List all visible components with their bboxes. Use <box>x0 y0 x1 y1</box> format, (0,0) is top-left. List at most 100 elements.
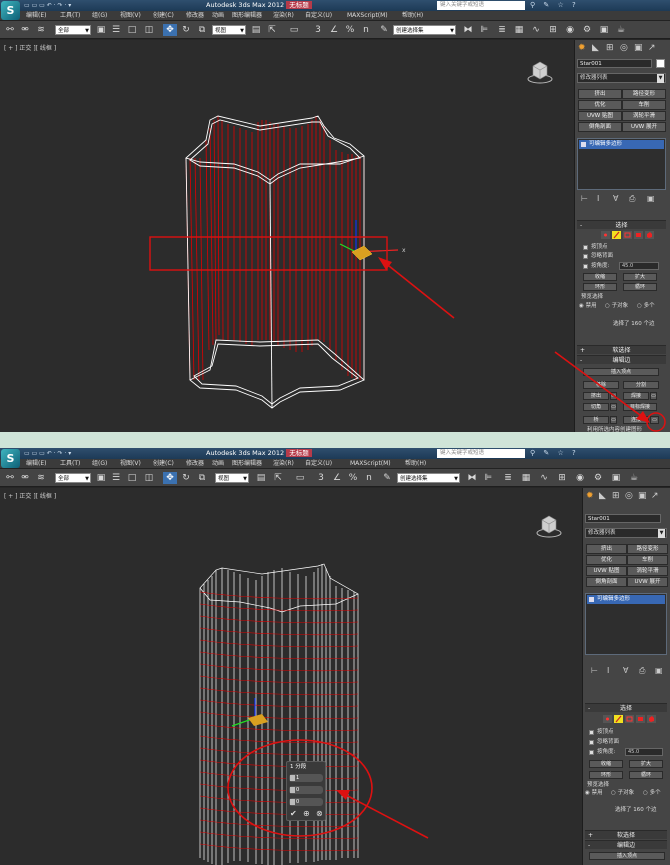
modify-tab-icon[interactable]: ◣ <box>592 42 599 54</box>
graphite-toggle-icon[interactable]: ▦ <box>513 24 525 36</box>
loop-button[interactable]: 循环 <box>623 283 657 291</box>
search-input-2[interactable]: 键入关键字或短语 <box>437 449 525 458</box>
insert-vertex-button[interactable]: 插入顶点 <box>583 368 659 376</box>
caddy-ok-icon[interactable]: ✔ <box>290 810 297 818</box>
select-move-icon-2[interactable]: ✥ <box>163 472 177 484</box>
object-name-field[interactable]: Star001 <box>577 59 652 68</box>
selection-filter-select[interactable]: 全部 <box>55 25 91 36</box>
pin-stack-icon[interactable]: ⊢ <box>581 194 588 204</box>
render-production-icon-2[interactable]: ☕ <box>628 472 640 484</box>
element-mode-icon[interactable] <box>645 231 654 239</box>
by-vertex-checkbox-2[interactable] <box>589 730 594 735</box>
curve-editor-icon-2[interactable]: ∿ <box>538 472 550 484</box>
menu-maxscript[interactable]: MAXScript(M) <box>347 11 388 21</box>
transform-gizmo-icon-2[interactable] <box>231 698 268 727</box>
remove-button[interactable]: 移除 <box>583 381 619 389</box>
path-deform-button-2[interactable]: 路径变形 <box>627 544 668 554</box>
menu-customize-2[interactable]: 自定义(U) <box>305 459 332 469</box>
lathe-button[interactable]: 车削 <box>622 100 666 110</box>
border-mode-icon[interactable] <box>623 231 632 239</box>
menu-tools-2[interactable]: 工具(T) <box>60 459 80 469</box>
menu-modifiers[interactable]: 修改器 <box>186 11 204 21</box>
menu-maxscript-2[interactable]: MAXScript(M) <box>350 459 391 469</box>
title-icons-2[interactable]: ⚲ ✎ ☆ ? <box>530 448 579 459</box>
connect-settings-button[interactable]: ▭ <box>650 416 659 424</box>
rendered-frame-icon[interactable]: ▣ <box>598 24 610 36</box>
bevel-profile-button[interactable]: 倒角剖面 <box>578 122 622 132</box>
vertex-mode-icon[interactable] <box>601 231 610 239</box>
menu-help-2[interactable]: 帮助(H) <box>405 459 426 469</box>
extrude-button[interactable]: 挤出 <box>583 392 609 400</box>
menu-customize[interactable]: 自定义(U) <box>305 11 332 21</box>
schematic-view-icon-2[interactable]: ⊞ <box>556 472 568 484</box>
extrude-mod-button[interactable]: 挤出 <box>578 89 622 99</box>
select-by-name-icon-2[interactable]: ☰ <box>110 472 122 484</box>
rendered-frame-icon-2[interactable]: ▣ <box>610 472 622 484</box>
preview-multi-radio-2[interactable]: ○ 多个 <box>643 789 661 797</box>
menu-rendering[interactable]: 渲染(R) <box>273 11 294 21</box>
turbosmooth-button[interactable]: 涡轮平滑 <box>622 111 666 121</box>
select-object-icon[interactable]: ▣ <box>95 24 107 36</box>
preview-multi-radio[interactable]: ○ 多个 <box>637 302 655 310</box>
target-weld-button[interactable]: 目标焊接 <box>623 403 657 411</box>
modifier-list-select[interactable]: 修改器列表 <box>577 73 666 83</box>
edge-mode-icon-2[interactable] <box>614 715 623 723</box>
uvw-map-button[interactable]: UVW 贴图 <box>578 111 622 121</box>
angle-snap-icon[interactable]: ∠ <box>328 24 340 36</box>
edit-edges-rollout-header-2[interactable]: - 编辑边 <box>585 840 667 849</box>
shrink-button[interactable]: 收缩 <box>583 273 617 281</box>
ring-button[interactable]: 环形 <box>583 283 617 291</box>
polygon-mode-icon[interactable] <box>634 231 643 239</box>
segments-spinner[interactable]: 1 <box>289 774 323 782</box>
preview-subobject-radio-2[interactable]: ○ 子对象 <box>611 789 634 797</box>
vertex-mode-icon-2[interactable] <box>603 715 612 723</box>
modifier-list-select-2[interactable]: 修改器列表 <box>585 528 667 538</box>
snap-toggle-icon[interactable]: 3 <box>312 24 324 36</box>
bind-spacewarp-icon-2[interactable]: ≋ <box>35 472 47 484</box>
selection-filter-select-2[interactable]: 全部 <box>55 473 91 484</box>
by-angle-checkbox[interactable] <box>583 264 588 269</box>
link-icon[interactable]: ⚯ <box>4 24 16 36</box>
keyboard-shortcut-icon-2[interactable]: ▭ <box>294 472 306 484</box>
modify-tab-icon-2[interactable]: ◣ <box>599 490 606 502</box>
chamfer-settings-button[interactable]: ▭ <box>610 403 617 411</box>
split-button[interactable]: 分割 <box>623 381 659 389</box>
optimize-button-2[interactable]: 优化 <box>586 555 627 565</box>
object-color-swatch[interactable] <box>656 59 665 68</box>
rect-selection-icon[interactable]: □ <box>126 24 138 36</box>
element-mode-icon-2[interactable] <box>647 715 656 723</box>
uvw-unwrap-button[interactable]: UVW 展开 <box>622 122 666 132</box>
pivot-center-icon-2[interactable]: ▤ <box>255 472 267 484</box>
ring-button-2[interactable]: 环形 <box>589 771 623 779</box>
uvw-map-button-2[interactable]: UVW 贴图 <box>586 566 627 576</box>
preview-off-radio[interactable]: ◉ 禁用 <box>579 302 597 310</box>
selection-rollout-header[interactable]: - 选择 <box>577 220 666 229</box>
remove-modifier-icon[interactable]: ⎙ <box>629 194 635 204</box>
menu-help[interactable]: 帮助(H) <box>402 11 423 21</box>
pivot-center-icon[interactable]: ▤ <box>250 24 262 36</box>
select-by-name-icon[interactable]: ☰ <box>110 24 122 36</box>
by-angle-checkbox-2[interactable] <box>589 750 594 755</box>
align-icon-2[interactable]: ⊫ <box>482 472 494 484</box>
configure-sets-icon-2[interactable]: ▣ <box>655 666 663 676</box>
menu-graph-editors-2[interactable]: 图形编辑器 <box>232 459 262 469</box>
menu-edit-2[interactable]: 编辑(E) <box>26 459 46 469</box>
select-move-icon[interactable]: ✥ <box>163 24 177 36</box>
menu-create-2[interactable]: 创建(C) <box>153 459 174 469</box>
search-input[interactable]: 键入关键字或短语 <box>437 1 525 10</box>
window-crossing-icon-2[interactable]: ◫ <box>143 472 155 484</box>
motion-tab-icon-2[interactable]: ◎ <box>625 490 633 502</box>
menu-views[interactable]: 视图(V) <box>120 11 141 21</box>
ignore-backfacing-checkbox[interactable] <box>583 254 588 259</box>
by-vertex-checkbox[interactable] <box>583 245 588 250</box>
border-mode-icon-2[interactable] <box>625 715 634 723</box>
edit-edges-rollout-header[interactable]: - 编辑边 <box>577 355 666 364</box>
shrink-button-2[interactable]: 收缩 <box>589 760 623 768</box>
menu-tools[interactable]: 工具(T) <box>60 11 80 21</box>
lathe-button-2[interactable]: 车削 <box>627 555 668 565</box>
menu-edit[interactable]: 编辑(E) <box>26 11 46 21</box>
caddy-apply-icon[interactable]: ⊕ <box>303 810 310 818</box>
angle-spinner-2[interactable]: 45.0 <box>625 748 663 756</box>
angle-snap-icon-2[interactable]: ∠ <box>331 472 343 484</box>
display-tab-icon-2[interactable]: ▣ <box>638 490 647 502</box>
